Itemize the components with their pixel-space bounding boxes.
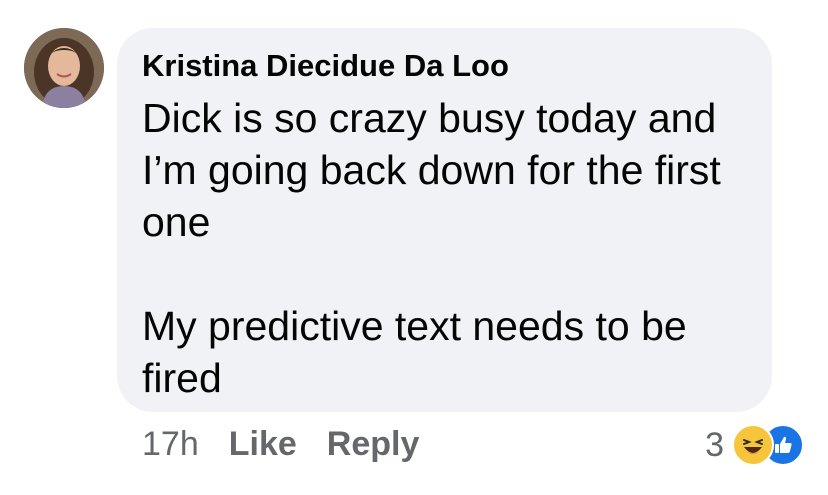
comment-timestamp[interactable]: 17h bbox=[142, 425, 199, 463]
comment-container: Kristina Diecidue Da Loo Dick is so craz… bbox=[0, 0, 828, 495]
message-line: one bbox=[142, 199, 211, 245]
reaction-summary[interactable]: 3 bbox=[705, 424, 804, 466]
comment-actions: 17h Like Reply bbox=[142, 425, 419, 464]
comment-message: Dick is so crazy busy today and I’m goin… bbox=[142, 92, 762, 404]
message-line: I’m going back down for the first bbox=[142, 147, 721, 193]
reaction-count: 3 bbox=[705, 425, 724, 464]
message-line: fired bbox=[142, 355, 222, 401]
message-line: My predictive text needs to be bbox=[142, 303, 687, 349]
message-line: Dick is so crazy busy today and bbox=[142, 95, 717, 141]
like-button[interactable]: Like bbox=[229, 425, 297, 463]
comment-author[interactable]: Kristina Diecidue Da Loo bbox=[142, 48, 509, 84]
reply-button[interactable]: Reply bbox=[327, 425, 420, 463]
avatar[interactable] bbox=[24, 28, 104, 108]
haha-icon bbox=[732, 424, 774, 466]
